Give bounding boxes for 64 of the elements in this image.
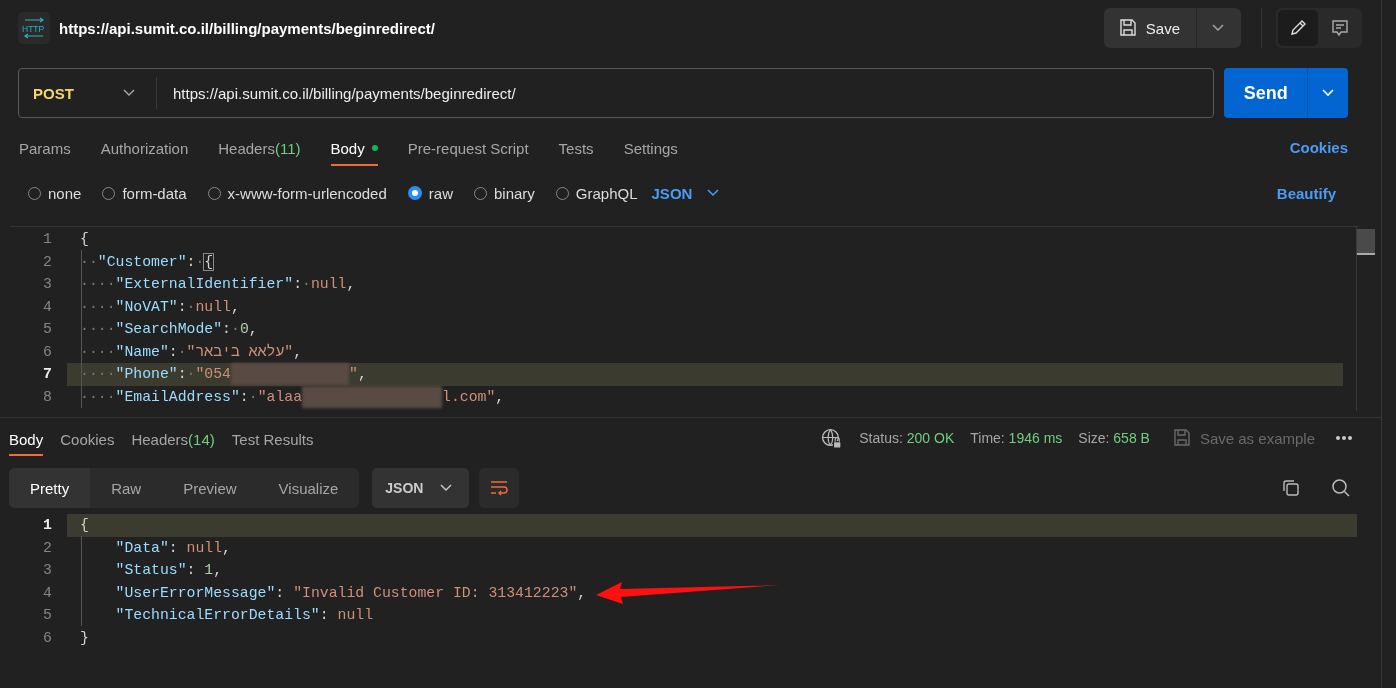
view-mode-tab[interactable]: Visualize	[257, 468, 360, 508]
code-line: "Data": null,	[114, 538, 231, 558]
line-number: 5	[42, 606, 53, 625]
response-stat: Size: 658 B	[1078, 430, 1150, 446]
response-stat: Status: 200 OK	[859, 430, 955, 446]
tab[interactable]: Body	[330, 130, 378, 166]
view-mode-tab[interactable]: Raw	[90, 468, 163, 508]
line-number: 1	[42, 230, 53, 249]
globe-lock-icon[interactable]	[821, 427, 844, 449]
code-line: ····"EmailAddress":·"alaa l.com",	[67, 385, 505, 408]
body-type-radio[interactable]: binary	[473, 184, 535, 202]
line-number: 1	[42, 516, 53, 535]
tab[interactable]: Body	[9, 422, 44, 456]
code-line: ····"SearchMode":·0,	[79, 320, 258, 339]
code-line: }	[79, 628, 89, 648]
url-input[interactable]: https://api.sumit.co.il/billing/payments/beginredirect/	[157, 84, 1213, 102]
line-number: 2	[42, 252, 53, 272]
method-dropdown[interactable]: POST	[19, 77, 157, 109]
body-type-radio[interactable]: x-www-form-urlencoded	[207, 184, 387, 202]
code-line: "Status": 1,	[114, 561, 223, 580]
code-line: ··"Customer":·{	[79, 252, 214, 272]
tab[interactable]: Cookies	[60, 422, 115, 456]
line-number: 8	[42, 387, 53, 407]
line-number: 4	[42, 583, 53, 603]
view-mode-tab[interactable]: Pretty	[9, 468, 91, 508]
pencil-icon[interactable]	[1278, 10, 1318, 46]
line-number: 5	[42, 320, 53, 339]
scrollbar-thumb[interactable]	[1357, 229, 1375, 255]
copy-icon[interactable]	[1281, 478, 1301, 498]
line-number: 3	[42, 561, 53, 580]
more-options-icon[interactable]	[1335, 434, 1353, 442]
line-number: 4	[42, 297, 53, 317]
cookies-link[interactable]: Cookies	[1289, 138, 1348, 156]
search-icon[interactable]	[1331, 478, 1351, 498]
tab[interactable]: Headers(11)	[218, 130, 301, 166]
line-number: 6	[42, 342, 53, 362]
line-number: 7	[42, 365, 53, 384]
body-type-radio[interactable]: none	[28, 184, 82, 202]
http-request-icon: HTTP	[18, 12, 50, 44]
format-dropdown[interactable]: JSON	[651, 184, 721, 202]
code-line: ····"ExternalIdentifier":·null,	[79, 275, 356, 294]
code-line: "TechnicalErrorDetails": null	[114, 606, 374, 625]
view-mode-tab[interactable]: Preview	[162, 468, 258, 508]
line-number: 3	[42, 275, 53, 294]
response-stat: Time: 1946 ms	[970, 430, 1063, 446]
code-line: {	[79, 230, 89, 249]
line-number: 2	[42, 538, 53, 558]
tab[interactable]: Settings	[623, 130, 678, 166]
request-title: https://api.sumit.co.il/billing/payments/beginredirect/	[59, 19, 436, 37]
tab[interactable]: Test Results	[231, 422, 314, 456]
tab[interactable]: Authorization	[100, 130, 189, 166]
wrap-lines-icon[interactable]	[479, 468, 520, 508]
code-line: "UserErrorMessage": "Invalid Customer ID: 313412223",	[114, 583, 587, 603]
tab[interactable]: Pre-request Script	[407, 130, 529, 166]
beautify-link[interactable]: Beautify	[1276, 184, 1336, 202]
tab[interactable]: Params	[19, 130, 71, 166]
tab[interactable]: Tests	[558, 130, 594, 166]
body-type-radio[interactable]: GraphQL	[555, 184, 638, 202]
line-number: 6	[42, 628, 53, 648]
tab[interactable]: Headers(14)	[131, 422, 215, 456]
response-format-dropdown[interactable]: JSON	[372, 468, 470, 508]
body-type-radio[interactable]: raw	[407, 184, 453, 202]
code-line: ····"NoVAT":·null,	[79, 297, 240, 317]
body-type-radio[interactable]: form-data	[102, 184, 187, 202]
